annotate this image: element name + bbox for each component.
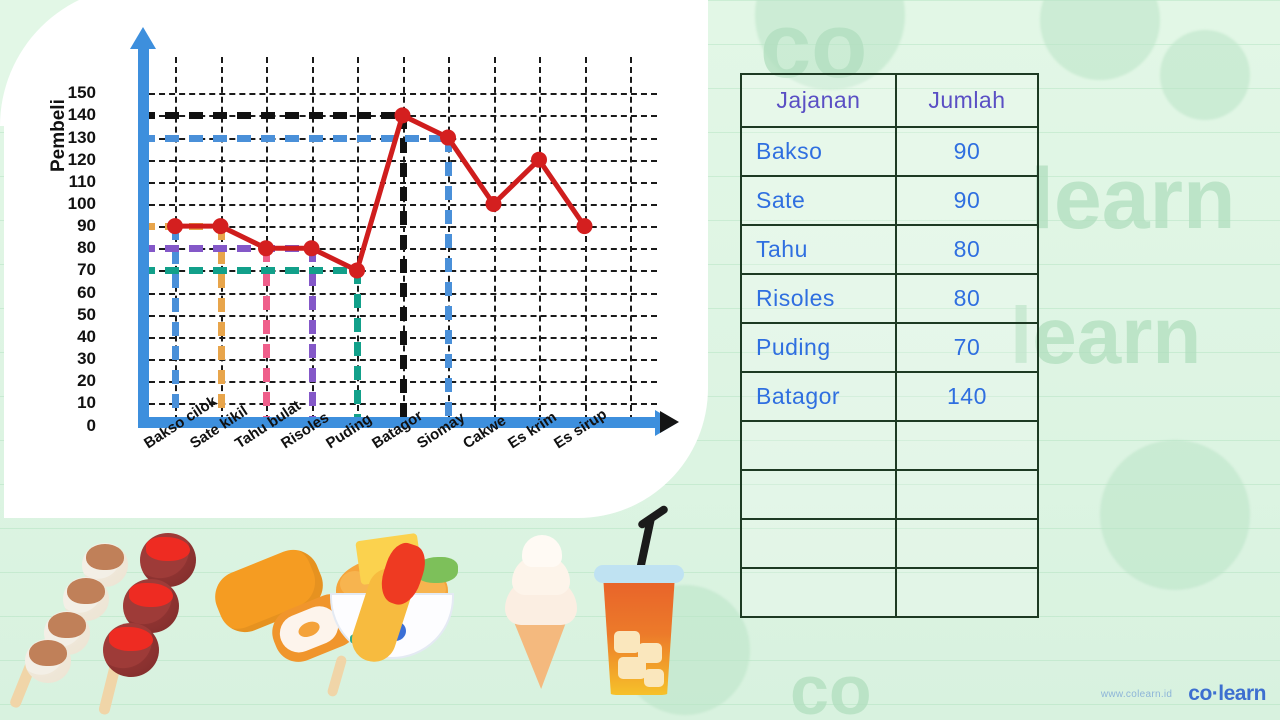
ice-cube [614, 631, 640, 653]
table-cell-jumlah: 140 [894, 371, 1040, 422]
table-header-label: Jajanan [776, 87, 861, 113]
data-point-marker [349, 262, 365, 279]
data-point-marker [258, 240, 274, 257]
table-cell-jumlah [894, 567, 1040, 618]
table-cell-jajanan: Risoles [740, 273, 897, 324]
table-cell-value: Bakso [756, 138, 823, 164]
corn-dog-stick [326, 654, 348, 698]
data-point-marker [167, 218, 183, 235]
ice-cube [644, 669, 664, 687]
table-cell-jumlah: 90 [894, 175, 1040, 226]
table-cell-value: 90 [953, 138, 981, 164]
table-header-row: Jajanan Jumlah [740, 73, 1040, 128]
soft-serve-swirl [522, 535, 562, 567]
table-cell-value: Puding [756, 334, 831, 360]
drink-lid [594, 565, 684, 583]
data-point-marker [440, 129, 456, 146]
table-cell-value: Tahu [756, 236, 808, 262]
data-point-marker [485, 196, 502, 212]
background-blob [1100, 440, 1250, 590]
data-point-marker [531, 151, 547, 168]
iced-drink-illustration [603, 577, 675, 695]
data-point-marker [394, 107, 411, 124]
bakso-skewer-illustration [95, 515, 225, 716]
table-cell-value: 80 [953, 285, 981, 311]
table-cell-jumlah [894, 518, 1040, 569]
colearn-watermark: www.colearn.id co·learn [1100, 682, 1267, 706]
table-cell-jajanan: Sate [740, 175, 897, 226]
table-cell-value: Risoles [756, 285, 835, 311]
table-cell-jajanan: Batagor [740, 371, 897, 422]
table-cell-jumlah: 70 [894, 322, 1040, 373]
table-cell-jumlah: 80 [894, 273, 1040, 324]
data-point-marker [212, 218, 229, 235]
data-point-marker [303, 240, 320, 257]
table-cell-value: Batagor [756, 383, 841, 409]
data-table: Jajanan Jumlah Bakso 90 Sate 90 Tahu 80 Risole… [740, 73, 1040, 618]
table-cell-jajanan [740, 518, 897, 569]
table-cell-jumlah: 80 [894, 224, 1040, 275]
table-cell-jajanan [740, 567, 897, 618]
table-cell-jajanan: Puding [740, 322, 897, 373]
table-cell-value: Sate [756, 187, 806, 213]
data-point-marker [576, 218, 593, 235]
ice-cube [618, 657, 646, 679]
line-chart: Pembeli 0 10 20 30 40 50 60 70 80 90 100 110 120 130 1… [0, 0, 704, 532]
table-row [740, 469, 1040, 520]
background-watermark-text: learn [1030, 151, 1236, 247]
data-table-wrapper: Jajanan Jumlah Bakso 90 Sate 90 Tahu 80 Risole… [740, 73, 1040, 618]
table-cell-jajanan [740, 469, 897, 520]
table-cell-value: 80 [953, 236, 981, 262]
watermark-logo: co·learn [1188, 682, 1266, 705]
background-blob [1160, 30, 1250, 120]
table-header-label: Jumlah [928, 87, 1006, 113]
ice-cream-cone-illustration [512, 617, 568, 689]
takoyaki-ball [25, 639, 71, 683]
table-row: Bakso 90 [740, 126, 1040, 177]
food-illustrations [0, 504, 720, 720]
table-row: Tahu 80 [740, 224, 1040, 275]
table-cell-jajanan: Bakso [740, 126, 897, 177]
table-row [740, 567, 1040, 618]
table-header-jumlah: Jumlah [894, 73, 1040, 128]
watermark-url: www.colearn.id [1100, 688, 1173, 700]
table-cell-jumlah [894, 469, 1040, 520]
table-cell-jumlah: 90 [894, 126, 1040, 177]
table-cell-value: 90 [953, 187, 981, 213]
table-cell-value: 70 [953, 334, 981, 360]
data-series [167, 107, 593, 279]
table-row: Sate 90 [740, 175, 1040, 226]
table-row [740, 420, 1040, 471]
table-row [740, 518, 1040, 569]
table-row: Batagor 140 [740, 371, 1040, 422]
table-cell-jajanan: Tahu [740, 224, 897, 275]
table-cell-jumlah [894, 420, 1040, 471]
table-cell-jajanan [740, 420, 897, 471]
table-header-jajanan: Jajanan [740, 73, 897, 128]
table-row: Risoles 80 [740, 273, 1040, 324]
table-row: Puding 70 [740, 322, 1040, 373]
table-cell-value: 140 [947, 383, 987, 409]
bakso-ball [103, 623, 159, 677]
background-watermark-text: co [790, 651, 872, 720]
